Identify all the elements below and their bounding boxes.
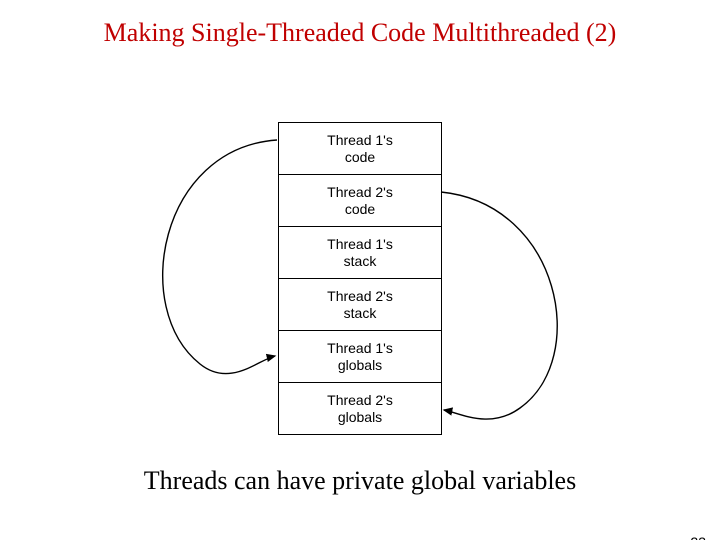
page-number: 23 xyxy=(690,534,706,540)
pointer-arrows xyxy=(0,108,720,438)
slide-title: Making Single-Threaded Code Multithreade… xyxy=(0,18,720,48)
memory-diagram: Thread 1's code Thread 2's code Thread 1… xyxy=(0,108,720,438)
slide-caption: Threads can have private global variable… xyxy=(0,466,720,496)
